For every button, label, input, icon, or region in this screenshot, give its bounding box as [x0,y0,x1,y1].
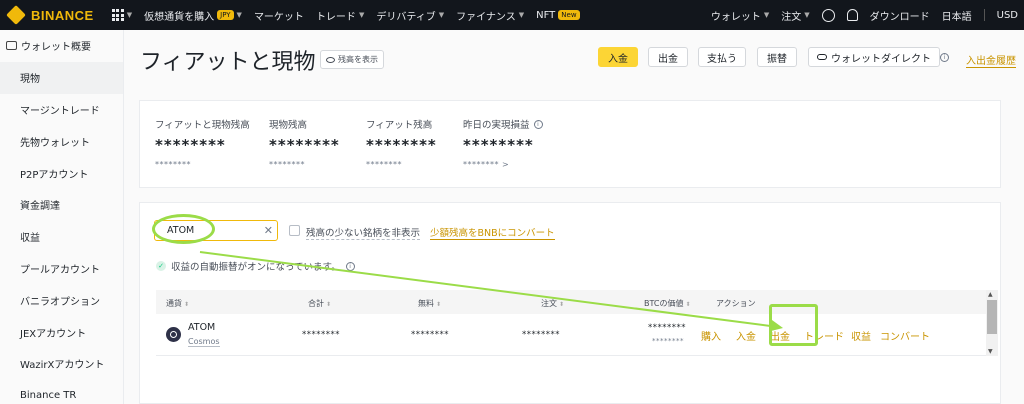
annotation-highlight-oval [152,214,215,244]
column-header-action: アクション [716,299,756,308]
pay-button[interactable]: 支払う [698,47,746,67]
nav-currency[interactable]: USD [997,10,1018,21]
column-header-locked[interactable]: 注文 ⬍ [541,298,564,309]
assets-card: ATOM ✕ 残高の少ない銘柄を非表示 少額残高をBNBにコンバート ✓ 収益の… [139,202,1001,404]
wallet-icon [6,41,17,51]
earn-action-link[interactable]: 収益 [851,328,871,343]
hide-small-balances-label[interactable]: 残高の少ない銘柄を非表示 [306,225,421,240]
sidebar-item-jex[interactable]: JEXアカウント [0,316,123,348]
scroll-down-icon[interactable]: ▼ [988,348,993,355]
sidebar-item-funding[interactable]: 資金調達 [0,189,123,221]
nav-finance[interactable]: ファイナンス ▼ [456,8,524,23]
jpy-badge: JPY [217,10,234,20]
binance-logo[interactable]: BINANCE [6,5,94,25]
eye-icon [326,56,335,63]
hide-small-balances-checkbox[interactable] [289,225,300,236]
balance-fiat: フィアット残高 ******** ******** [366,120,437,169]
coin-symbol: ATOM [188,322,216,333]
coin-full-name[interactable]: Cosmos [188,337,220,347]
info-icon[interactable]: i [345,261,355,271]
convert-small-balances-link[interactable]: 少額残高をBNBにコンバート [430,225,555,240]
nav-derivatives[interactable]: デリバティブ ▼ [376,8,444,23]
sidebar-item-earn[interactable]: 収益 [0,221,123,253]
wallet-direct-button[interactable]: ウォレットダイレクト [808,47,940,67]
nav-trade[interactable]: トレード ▼ [316,8,364,23]
chevron-down-icon: ▼ [126,11,133,19]
balance-summary-card: フィアットと現物残高 ******** ******** 現物残高 ******… [139,100,1001,188]
sidebar-item-pool[interactable]: プールアカウント [0,253,123,285]
sidebar-item-p2p[interactable]: P2Pアカウント [0,157,123,189]
buy-action-link[interactable]: 購入 [701,328,721,343]
nav-language[interactable]: 日本語 [942,8,972,23]
cell-btc-value-sub: ******** [652,337,684,345]
nav-markets[interactable]: マーケット [254,8,304,23]
info-icon[interactable]: i [533,119,543,129]
nav-download[interactable]: ダウンロード [870,8,930,23]
convert-action-link[interactable]: コンバート [880,328,930,343]
apps-grid-icon[interactable] [111,9,124,21]
scroll-up-icon[interactable]: ▲ [988,291,993,298]
sidebar-item-spot[interactable]: 現物 [0,61,123,94]
sidebar: ウォレット概要 現物 マージントレード 先物ウォレット P2Pアカウント 資金調… [0,30,124,404]
withdraw-button[interactable]: 出金 [648,47,688,67]
account-icon[interactable] [821,8,835,22]
sidebar-item-wallet-overview[interactable]: ウォレット概要 [0,30,123,62]
pnl-details-link[interactable]: ******** > [463,160,543,169]
column-header-total[interactable]: 合計 ⬍ [308,298,331,309]
deposit-action-link[interactable]: 入金 [736,328,756,343]
chevron-down-icon: ▼ [438,11,445,19]
table-row: ATOM Cosmos ******** ******** ******** *… [156,314,986,356]
transfer-button[interactable]: 振替 [757,47,797,67]
table-scrollbar[interactable]: ▲ ▼ [986,290,998,356]
scroll-thumb[interactable] [987,300,997,334]
check-icon: ✓ [156,261,166,271]
column-header-available[interactable]: 無料 ⬍ [418,298,441,309]
column-header-btc-value[interactable]: BTCの価値 ⬍ [644,298,691,309]
cell-locked: ******** [522,330,560,340]
sidebar-item-margin[interactable]: マージントレード [0,94,123,126]
column-header-coin[interactable]: 通貨 ⬍ [166,298,189,309]
auto-transfer-notice: ✓ 収益の自動振替がオンになっています。 i [156,259,355,273]
chevron-down-icon: ▼ [518,11,525,19]
table-header: 通貨 ⬍ 合計 ⬍ 無料 ⬍ 注文 ⬍ BTCの価値 ⬍ アクション [156,290,986,314]
cell-btc-value: ******** [648,323,686,333]
balance-spot: 現物残高 ******** ******** [269,120,340,169]
cell-available: ******** [411,330,449,340]
top-navbar: BINANCE ▼ 仮想通貨を購入 JPY ▼ マーケット トレード ▼ デリバ… [0,0,1024,30]
nav-nft[interactable]: NFT New [536,10,580,21]
divider [983,9,985,21]
nav-wallet[interactable]: ウォレット ▼ [711,8,769,23]
chevron-down-icon: ▼ [804,11,810,19]
main-content: フィアットと現物 残高を表示 入金 出金 支払う 振替 ウォレットダイレクト i… [124,30,1024,404]
atom-coin-icon [166,327,181,342]
show-balance-toggle[interactable]: 残高を表示 [320,50,384,69]
deposit-button[interactable]: 入金 [598,47,638,67]
page-title: フィアットと現物 [140,50,316,75]
chevron-down-icon: ▼ [236,11,242,19]
balance-fiat-spot: フィアットと現物残高 ******** ******** [155,120,250,169]
brand-name: BINANCE [31,7,94,23]
new-badge: New [558,10,580,20]
sidebar-item-vanilla-options[interactable]: バニラオプション [0,284,123,316]
chevron-down-icon: ▼ [358,11,365,19]
nav-orders[interactable]: 注文 ▼ [781,8,809,23]
cell-total: ******** [302,330,340,340]
notification-bell-icon[interactable] [846,9,858,21]
deposit-withdraw-history-link[interactable]: 入出金履歴 [966,52,1016,68]
binance-logo-icon [6,5,26,25]
sidebar-item-binance-tr[interactable]: Binance TR [0,380,123,404]
close-icon[interactable]: ✕ [264,224,273,237]
balance-yesterday-pnl: 昨日の実現損益 i ******** ******** > [463,117,543,169]
info-icon[interactable]: i [940,53,949,62]
annotation-highlight-rect [769,304,818,346]
nav-buy-crypto[interactable]: 仮想通貨を購入 JPY ▼ [144,8,242,23]
link-icon [817,54,827,60]
sidebar-item-wazirx[interactable]: WazirXアカウント [0,348,123,380]
sidebar-item-futures[interactable]: 先物ウォレット [0,125,123,157]
chevron-down-icon: ▼ [763,11,770,19]
